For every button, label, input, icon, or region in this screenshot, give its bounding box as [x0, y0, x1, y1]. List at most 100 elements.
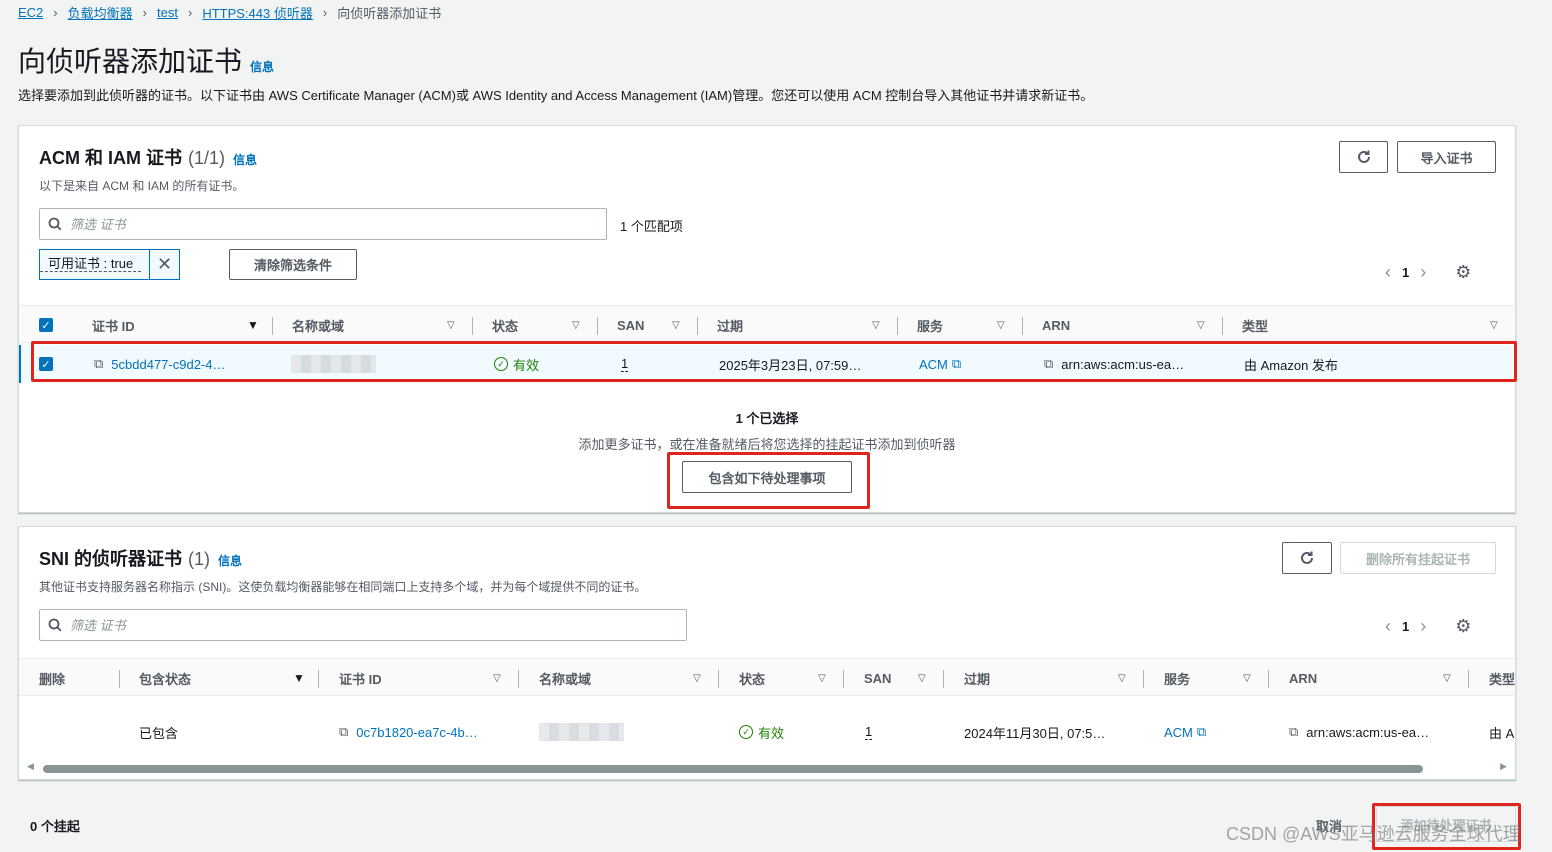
- col-name-domain[interactable]: 名称或域: [292, 306, 344, 344]
- scroll-right-icon[interactable]: ▶: [1500, 761, 1507, 772]
- col-san[interactable]: SAN: [864, 659, 891, 697]
- acm-refresh-button[interactable]: [1339, 141, 1388, 173]
- column-divider: [1143, 670, 1144, 688]
- sni-search-input[interactable]: [70, 617, 645, 633]
- sort-icon[interactable]: ▽: [1490, 306, 1498, 344]
- external-link-icon[interactable]: ⧉: [1197, 724, 1206, 740]
- sort-icon[interactable]: ▽: [818, 659, 826, 697]
- chevron-right-icon[interactable]: ›: [1409, 616, 1437, 637]
- chevron-left-icon[interactable]: ‹: [1374, 616, 1402, 637]
- name-domain-cell: [539, 713, 624, 751]
- col-arn[interactable]: ARN: [1042, 306, 1070, 344]
- sni-page-number[interactable]: 1: [1402, 619, 1409, 634]
- col-status-label: 状态: [492, 318, 519, 334]
- chevron-right-icon: ›: [187, 4, 193, 20]
- copy-icon[interactable]: ⧉: [339, 724, 348, 740]
- col-service-label: 服务: [917, 318, 944, 334]
- sort-icon[interactable]: ▽: [493, 659, 501, 697]
- service-link[interactable]: ACM: [1164, 725, 1193, 740]
- column-divider: [1468, 670, 1469, 688]
- breadcrumb: EC2 › 负载均衡器 › test › HTTPS:443 侦听器 › 向侦听…: [18, 3, 441, 21]
- cert-id-link[interactable]: 0c7b1820-ea7c-4b…: [356, 725, 477, 740]
- col-san-label: SAN: [864, 670, 892, 686]
- col-service[interactable]: 服务: [1164, 659, 1190, 697]
- col-status[interactable]: 状态: [492, 306, 518, 344]
- acm-page-number[interactable]: 1: [1402, 265, 1409, 280]
- column-divider: [318, 670, 319, 688]
- horizontal-scrollbar[interactable]: ◀ ▶: [27, 761, 1507, 773]
- col-expiry[interactable]: 过期: [717, 306, 743, 344]
- sort-down-icon[interactable]: ▼: [247, 306, 259, 344]
- page-title-text: 向侦听器添加证书: [18, 46, 243, 77]
- sort-icon[interactable]: ▽: [672, 306, 680, 344]
- acm-search-field[interactable]: [39, 208, 607, 240]
- import-certificate-button[interactable]: 导入证书: [1397, 141, 1496, 173]
- copy-icon[interactable]: ⧉: [1289, 724, 1298, 740]
- scroll-left-icon[interactable]: ◀: [27, 761, 34, 772]
- sni-panel-title: SNI 的侦听器证书 (1) 信息: [39, 545, 242, 571]
- type-cell: 由 A: [1489, 725, 1515, 741]
- col-cert-id[interactable]: 证书 ID: [339, 659, 382, 697]
- acm-panel-info-link[interactable]: 信息: [233, 151, 257, 168]
- col-include-status-label: 包含状态: [139, 671, 192, 687]
- sni-table-header: 删除 包含状态 ▼ 证书 ID ▽ 名称或域 ▽ 状态 ▽ SAN ▽ 过期 ▽…: [19, 658, 1515, 696]
- chevron-right-icon[interactable]: ›: [1409, 262, 1437, 283]
- sort-icon[interactable]: ▽: [572, 306, 580, 344]
- col-expiry[interactable]: 过期: [964, 659, 990, 697]
- san-value[interactable]: 1: [865, 724, 873, 740]
- page-info-link[interactable]: 信息: [250, 58, 274, 75]
- sort-icon[interactable]: ▽: [872, 306, 880, 344]
- sort-icon[interactable]: ▽: [1118, 659, 1126, 697]
- clear-filters-button[interactable]: 清除筛选条件: [229, 249, 357, 280]
- col-type[interactable]: 类型: [1489, 659, 1515, 697]
- col-arn[interactable]: ARN: [1289, 659, 1317, 697]
- service-cell: ACM ⧉: [1164, 713, 1206, 751]
- chevron-left-icon[interactable]: ‹: [1374, 262, 1402, 283]
- breadcrumb-test[interactable]: test: [157, 5, 178, 20]
- column-divider: [718, 670, 719, 688]
- gear-icon[interactable]: ⚙: [1455, 616, 1471, 637]
- sort-icon[interactable]: ▽: [447, 306, 455, 344]
- close-icon[interactable]: ✕: [149, 250, 179, 279]
- column-divider: [272, 317, 273, 335]
- filter-token-label[interactable]: 可用证书 : true: [40, 257, 142, 272]
- sort-icon[interactable]: ▽: [1197, 306, 1205, 344]
- sort-icon[interactable]: ▽: [918, 659, 926, 697]
- acm-search-input[interactable]: [70, 216, 573, 232]
- pending-count: 0 个挂起: [30, 819, 80, 834]
- sort-icon[interactable]: ▽: [1243, 659, 1251, 697]
- status-cell: ✓ 有效: [739, 713, 784, 751]
- col-cert-id[interactable]: 证书 ID: [92, 306, 135, 344]
- breadcrumb-load-balancers[interactable]: 负载均衡器: [68, 3, 133, 22]
- col-status-label: 状态: [739, 671, 766, 687]
- selected-hint: 添加更多证书，或在准备就绪后将您选择的挂起证书添加到侦听器: [578, 437, 956, 452]
- sort-icon[interactable]: ▽: [997, 306, 1005, 344]
- col-remove: 删除: [39, 659, 65, 697]
- col-san-label: SAN: [617, 317, 645, 333]
- scrollbar-thumb[interactable]: [43, 765, 1423, 773]
- sort-icon[interactable]: ▽: [1443, 659, 1451, 697]
- col-type-label: 类型: [1242, 318, 1269, 334]
- col-service[interactable]: 服务: [917, 306, 943, 344]
- col-name-domain[interactable]: 名称或域: [539, 659, 591, 697]
- sni-panel-title-text: SNI 的侦听器证书: [39, 549, 183, 569]
- col-status[interactable]: 状态: [739, 659, 765, 697]
- select-all-checkbox[interactable]: ✓: [39, 306, 53, 344]
- col-include-status[interactable]: 包含状态: [139, 659, 191, 697]
- status-text: 有效: [758, 725, 785, 741]
- remove-all-pending-button[interactable]: 删除所有挂起证书: [1340, 542, 1496, 574]
- sni-refresh-button[interactable]: [1282, 542, 1332, 574]
- sort-icon[interactable]: ▽: [693, 659, 701, 697]
- breadcrumb-listener[interactable]: HTTPS:443 侦听器: [202, 3, 313, 22]
- breadcrumb-ec2[interactable]: EC2: [18, 5, 43, 20]
- col-type[interactable]: 类型: [1242, 306, 1268, 344]
- sni-search-field[interactable]: [39, 609, 687, 641]
- check-icon: ✓: [39, 318, 53, 332]
- sort-down-icon[interactable]: ▼: [293, 659, 305, 697]
- expiry-cell: 2024年11月30日, 07:5…: [964, 725, 1106, 741]
- highlight-selected-row: [31, 341, 1517, 382]
- gear-icon[interactable]: ⚙: [1455, 262, 1471, 283]
- sni-panel-info-link[interactable]: 信息: [218, 552, 242, 569]
- col-type-label: 类型: [1489, 671, 1516, 687]
- col-san[interactable]: SAN: [617, 306, 644, 344]
